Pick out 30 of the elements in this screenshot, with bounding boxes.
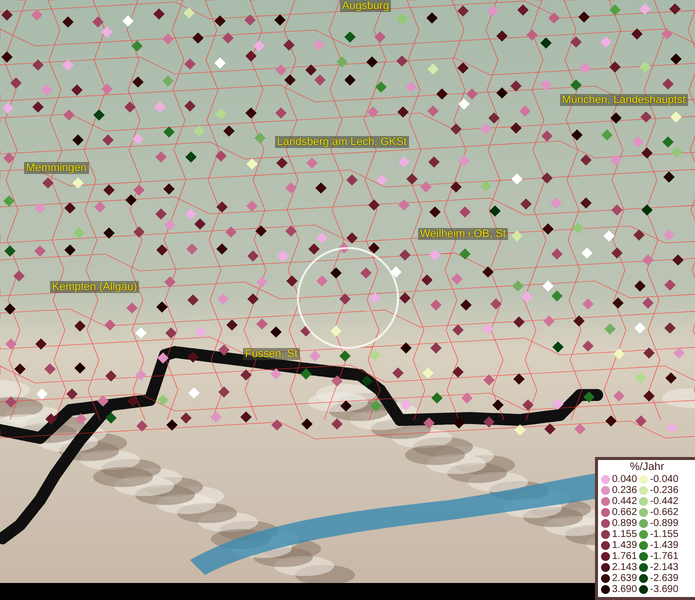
legend-value: -2.143 [650, 562, 678, 573]
legend-value: 0.442 [612, 496, 638, 507]
place-label: Landsberg am Lech, GKSt [275, 136, 409, 148]
place-label: Kempten (Allgäu) [50, 281, 139, 293]
legend-title: %/Jahr [628, 461, 666, 474]
legend-value: 0.236 [612, 485, 638, 496]
legend-value: 1.155 [612, 529, 638, 540]
legend-value: -0.442 [650, 496, 678, 507]
legend-value: -1.761 [650, 551, 678, 562]
place-label: Memmingen [24, 162, 89, 174]
legend-value: -0.040 [650, 474, 678, 485]
legend-value: 0.899 [612, 518, 638, 529]
legend-value: -0.899 [650, 518, 678, 529]
legend-value: -0.662 [650, 507, 678, 518]
place-label: Augsburg [340, 0, 392, 12]
place-label: Weilheim i.OB, St [418, 228, 508, 240]
legend-value: 1.439 [612, 540, 638, 551]
legend-value: 2.639 [612, 573, 638, 584]
legend-value: -2.639 [650, 573, 678, 584]
legend-value: 1.761 [612, 551, 638, 562]
legend-value: 0.662 [612, 507, 638, 518]
legend-value: 0.040 [612, 474, 638, 485]
legend-value: -3.690 [650, 584, 678, 595]
place-label: München, Landeshauptst [560, 94, 688, 106]
legend-value: -1.155 [650, 529, 678, 540]
legend-value: -1.439 [650, 540, 678, 551]
place-label: Füssen, St [243, 348, 300, 360]
legend-value: -0.236 [650, 485, 678, 496]
legend-value: 2.143 [612, 562, 638, 573]
legend-value: 3.690 [612, 584, 638, 595]
